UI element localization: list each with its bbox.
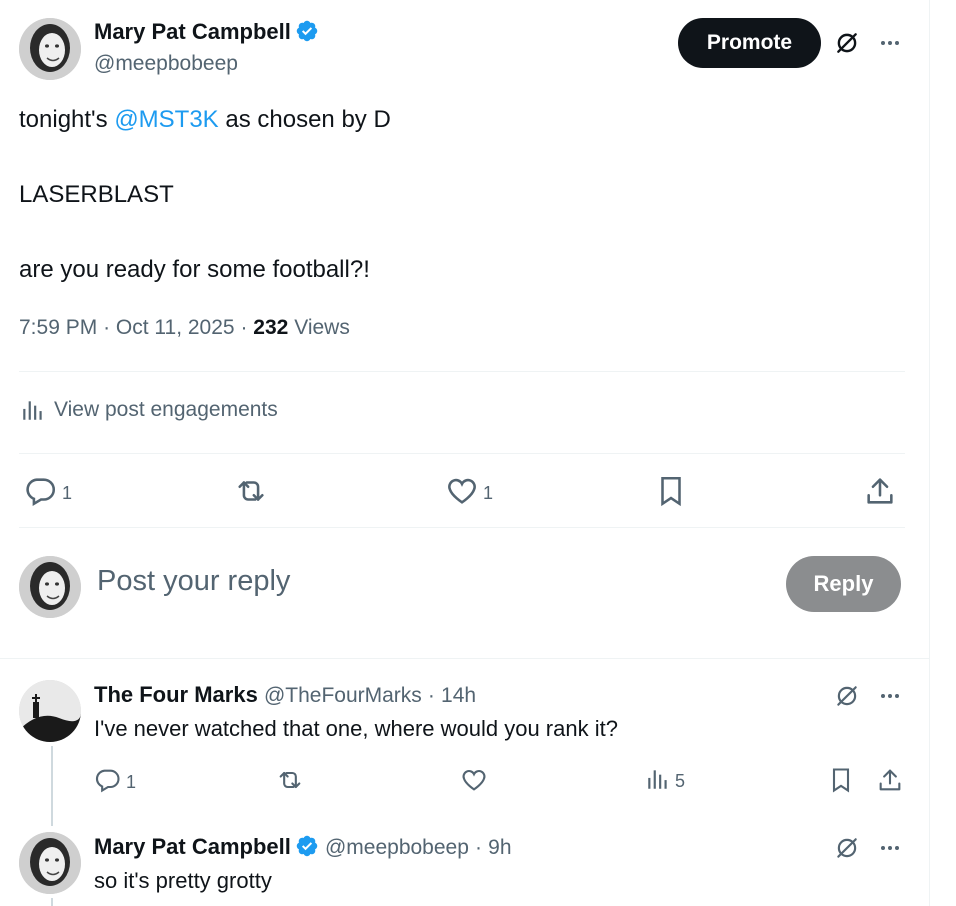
share-icon	[863, 474, 897, 513]
verified-badge-icon	[295, 834, 319, 858]
views-action[interactable]: 5	[645, 766, 685, 797]
grok-icon[interactable]	[831, 832, 863, 864]
views-count: 232	[253, 316, 289, 339]
post-text-line-2: LASERBLAST	[19, 181, 174, 208]
reply-author-handle[interactable]: @TheFourMarks	[264, 684, 422, 707]
analytics-icon	[645, 766, 671, 797]
author-handle[interactable]: @meepbobeep	[94, 52, 238, 76]
divider	[0, 658, 929, 659]
reply-header: The Four Marks @TheFourMarks · 14h	[94, 682, 476, 708]
like-action[interactable]	[460, 766, 488, 799]
like-count: 1	[483, 483, 494, 503]
views-count: 5	[675, 771, 686, 791]
post-text-suffix: as chosen by D	[218, 106, 391, 133]
heart-icon	[445, 474, 479, 513]
repost-action[interactable]	[276, 766, 304, 799]
reply-author-avatar[interactable]	[19, 680, 81, 742]
meta-separator: ·	[103, 316, 111, 339]
reply-author-handle[interactable]: @meepbobeep	[325, 836, 469, 859]
composer-avatar[interactable]	[19, 556, 81, 618]
promote-button[interactable]: Promote	[678, 18, 821, 68]
reply-header: Mary Pat Campbell @meepbobeep · 9h	[94, 834, 512, 860]
post-time[interactable]: 7:59 PM	[19, 316, 97, 339]
thread-line	[51, 898, 53, 906]
engagements-label: View post engagements	[54, 398, 278, 421]
thread-line	[51, 746, 53, 826]
like-action[interactable]: 1	[445, 474, 493, 513]
repost-icon	[234, 474, 268, 513]
verified-badge-icon	[295, 19, 319, 43]
reply-action[interactable]: 1	[24, 474, 72, 513]
bookmark-icon	[654, 474, 688, 513]
reply-button[interactable]: Reply	[786, 556, 901, 612]
reply-count: 1	[126, 772, 137, 792]
grok-icon[interactable]	[831, 680, 863, 712]
meta-separator: ·	[240, 316, 248, 339]
more-options-icon[interactable]	[874, 680, 906, 712]
author-avatar[interactable]	[19, 18, 81, 80]
post-text-line-3: are you ready for some football?!	[19, 256, 370, 283]
reply-author-name[interactable]: Mary Pat Campbell	[94, 834, 291, 859]
view-engagements-link[interactable]: View post engagements	[20, 397, 278, 423]
reply-icon	[94, 766, 122, 799]
views-label: Views	[294, 316, 350, 339]
column-border	[929, 0, 930, 906]
post-date[interactable]: Oct 11, 2025	[116, 316, 235, 339]
reply-author-name[interactable]: The Four Marks	[94, 682, 258, 707]
heart-icon	[460, 766, 488, 799]
reply-author-avatar[interactable]	[19, 832, 81, 894]
more-options-icon[interactable]	[874, 832, 906, 864]
post-text-prefix: tonight's	[19, 106, 115, 133]
bookmark-action[interactable]	[654, 474, 688, 513]
repost-action[interactable]	[234, 474, 268, 513]
meta-separator: ·	[475, 836, 483, 859]
reply-text: I've never watched that one, where would…	[94, 716, 618, 741]
bookmark-action[interactable]	[827, 766, 855, 799]
mention-link[interactable]: @MST3K	[114, 106, 218, 133]
post-text-line-1: tonight's @MST3K as chosen by D	[19, 106, 391, 134]
author-name-row: Mary Pat Campbell	[94, 19, 319, 45]
reply-action[interactable]: 1	[94, 766, 136, 799]
reply-time[interactable]: 9h	[488, 836, 511, 859]
grok-icon[interactable]	[831, 27, 863, 59]
reply-input[interactable]: Post your reply	[97, 565, 290, 598]
reply-text: so it's pretty grotty	[94, 868, 272, 893]
divider	[19, 453, 905, 454]
analytics-icon	[20, 397, 46, 423]
share-action[interactable]	[876, 766, 904, 799]
divider	[19, 527, 905, 528]
reply-count: 1	[62, 483, 73, 503]
repost-icon	[276, 766, 304, 799]
post-meta: 7:59 PM · Oct 11, 2025 · 232 Views	[19, 316, 350, 340]
reply-icon	[24, 474, 58, 513]
share-icon	[876, 766, 904, 799]
meta-separator: ·	[427, 684, 435, 707]
more-options-icon[interactable]	[874, 27, 906, 59]
divider	[19, 371, 905, 372]
author-name[interactable]: Mary Pat Campbell	[94, 19, 291, 44]
share-action[interactable]	[863, 474, 897, 513]
reply-time[interactable]: 14h	[441, 684, 476, 707]
bookmark-icon	[827, 766, 855, 799]
